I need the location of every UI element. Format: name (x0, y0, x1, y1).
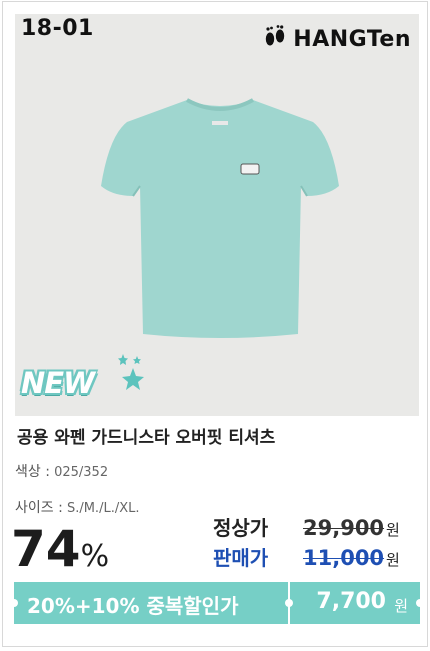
brand-logo: HANGTen (263, 24, 411, 54)
sale-price-value: 11,000 (303, 546, 385, 570)
ticket-notch-left (10, 599, 18, 607)
color-value: 025/352 (54, 465, 109, 480)
promo-text: 20%+10% 중복할인가 (27, 594, 239, 618)
size-info: 사이즈 : S./M./L./XL. (15, 497, 139, 517)
regular-price-row: 정상가 29,900 원 (213, 512, 423, 541)
sparkle-stars-icon (118, 354, 144, 390)
new-label: NEW (21, 366, 95, 400)
promo-price-box: 7,700 원 (290, 582, 420, 624)
regular-price-value: 29,900 (303, 516, 385, 540)
footprints-icon (263, 24, 287, 54)
regular-price-label: 정상가 (213, 516, 269, 540)
regular-price-currency: 원 (386, 521, 400, 539)
color-info: 색상 : 025/352 (15, 461, 108, 481)
promo-currency: 원 (394, 597, 408, 615)
new-badge: NEW (21, 352, 151, 412)
product-image[interactable]: 18-01 HANGTen NEW (15, 14, 419, 416)
product-title[interactable]: 공용 와펜 가드니스타 오버핏 티셔츠 (17, 423, 275, 448)
tshirt-image (101, 98, 339, 338)
size-label: 사이즈 : (15, 500, 63, 516)
promo-banner[interactable]: 20%+10% 중복할인가 7,700 원 (10, 582, 424, 624)
promo-text-box: 20%+10% 중복할인가 (14, 582, 288, 624)
discount-percent-symbol: % (80, 539, 110, 574)
ticket-notch-right (416, 599, 424, 607)
sale-price-currency: 원 (386, 551, 400, 569)
product-code: 18-01 (21, 16, 94, 41)
product-card[interactable]: 18-01 HANGTen NEW 공용 와펜 가드니스타 오버핏 티셔츠 색상… (2, 1, 428, 647)
discount-number: 74 (11, 520, 81, 578)
sale-price-row: 판매가 11,000 원 (213, 542, 423, 571)
brand-name: HANGTen (293, 26, 411, 52)
discount-rate: 74% (11, 524, 109, 574)
size-value: S./M./L./XL. (66, 501, 140, 516)
promo-final-price: 7,700 (316, 589, 386, 614)
color-label: 색상 : (15, 464, 50, 480)
ticket-notch-middle (285, 599, 293, 607)
sale-price-label: 판매가 (213, 546, 269, 570)
